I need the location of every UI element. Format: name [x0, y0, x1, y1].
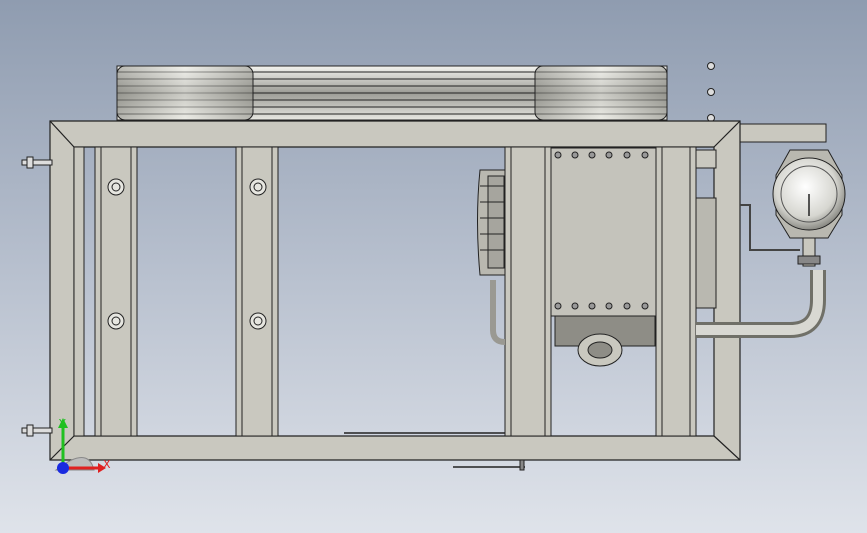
- triad-y-label: Y: [58, 417, 66, 430]
- cad-viewport[interactable]: Y X: [0, 0, 867, 533]
- center-block: [550, 147, 657, 367]
- triad-z-axis: [57, 462, 69, 474]
- left-bolts: [21, 156, 53, 437]
- right-top-beam: [737, 123, 827, 143]
- assembly-drawing: Y X: [21, 62, 846, 474]
- pressure-gauge: [772, 149, 846, 267]
- fastener-dots: [707, 62, 715, 122]
- motor-housing: [477, 169, 506, 345]
- belt-pulley-assembly: [116, 65, 668, 121]
- triad-x-label: X: [103, 458, 111, 471]
